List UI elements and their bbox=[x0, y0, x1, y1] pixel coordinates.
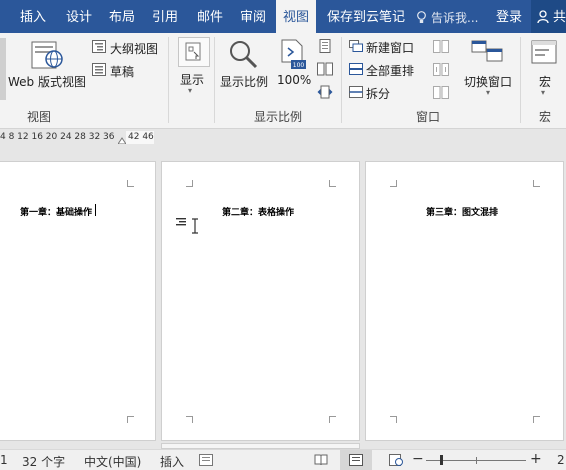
zoom-out-icon[interactable]: − bbox=[412, 451, 424, 467]
draft-view-icon bbox=[92, 63, 106, 76]
macros-group-label: 宏 bbox=[539, 110, 552, 124]
share-label: 共 bbox=[553, 10, 566, 25]
ruler-numbers: 4 8 12 16 20 24 28 32 36 bbox=[0, 132, 115, 142]
tab-references[interactable]: 引用 bbox=[152, 0, 178, 33]
ribbon-tab-bar: 插入 设计 布局 引用 邮件 审阅 视图 保存到云笔记 告诉我... 登录 共 bbox=[0, 0, 566, 33]
person-icon bbox=[537, 10, 549, 24]
show-icon bbox=[185, 42, 201, 61]
tab-review[interactable]: 审阅 bbox=[240, 0, 266, 33]
i-beam-cursor-icon bbox=[192, 218, 198, 234]
crop-mark bbox=[186, 180, 193, 187]
document-canvas[interactable]: 第一章：基础操作 第二章：表格操作 第三章：图文混排 bbox=[0, 147, 566, 449]
draft-view-button[interactable]: 草稿 bbox=[110, 63, 134, 80]
switch-windows-caret-icon[interactable]: ▾ bbox=[486, 88, 490, 97]
crop-mark bbox=[127, 416, 134, 423]
print-layout-icon bbox=[349, 454, 363, 466]
new-window-icon bbox=[349, 40, 363, 52]
page-width-icon[interactable] bbox=[317, 85, 333, 99]
arrange-all-icon bbox=[349, 63, 363, 75]
page-2[interactable]: 第二章：表格操作 bbox=[161, 161, 360, 441]
lightbulb-icon bbox=[417, 11, 426, 23]
group-separator bbox=[168, 37, 169, 123]
views-group-label: 视图 bbox=[27, 110, 52, 124]
outline-view-button[interactable]: 大纲视图 bbox=[110, 40, 158, 57]
zoom-group-label: 显示比例 bbox=[254, 110, 303, 124]
crop-mark bbox=[533, 416, 540, 423]
indent-marker-icon[interactable] bbox=[118, 137, 126, 144]
crop-mark bbox=[390, 416, 397, 423]
page-title: 第三章：图文混排 bbox=[426, 208, 499, 218]
tab-insert[interactable]: 插入 bbox=[20, 0, 46, 33]
show-button[interactable] bbox=[178, 37, 210, 67]
web-layout-icon bbox=[31, 41, 63, 69]
window-group-label: 窗口 bbox=[416, 110, 441, 124]
group-separator bbox=[214, 37, 215, 123]
share-button[interactable]: 共 bbox=[531, 0, 566, 33]
zoom-slider-mid-tick bbox=[476, 457, 477, 464]
group-separator bbox=[520, 37, 521, 123]
split-icon bbox=[349, 86, 363, 98]
page-indicator[interactable]: 1 bbox=[0, 453, 8, 467]
view-side-by-side-icon[interactable] bbox=[433, 40, 449, 53]
crop-mark bbox=[186, 416, 193, 423]
macros-caret-icon[interactable]: ▾ bbox=[541, 88, 545, 97]
magnifier-icon bbox=[230, 41, 258, 69]
tab-design[interactable]: 设计 bbox=[66, 0, 92, 33]
crop-mark bbox=[390, 180, 397, 187]
tell-me-text: 告诉我... bbox=[431, 11, 479, 25]
crop-mark bbox=[127, 180, 134, 187]
zoom-button[interactable]: 显示比例 bbox=[220, 73, 268, 90]
language-indicator[interactable]: 中文(中国) bbox=[84, 453, 141, 470]
zoom-in-icon[interactable]: + bbox=[530, 451, 542, 467]
print-layout-partial[interactable] bbox=[0, 38, 6, 100]
reset-window-position-icon[interactable] bbox=[433, 86, 449, 99]
new-window-button[interactable]: 新建窗口 bbox=[366, 39, 414, 56]
status-bar: 1 32 个字 中文(中国) 插入 − + 2 bbox=[0, 449, 566, 470]
macro-record-icon[interactable] bbox=[199, 454, 213, 466]
one-page-icon[interactable] bbox=[318, 39, 332, 53]
horizontal-ruler[interactable]: 4 8 12 16 20 24 28 32 36 42 46 bbox=[0, 129, 566, 146]
paragraph-align-icon bbox=[176, 218, 186, 226]
word-count[interactable]: 32 个字 bbox=[22, 453, 65, 470]
tell-me-box[interactable]: 告诉我... bbox=[416, 9, 478, 29]
outline-view-icon bbox=[92, 40, 106, 53]
page-title: 第二章：表格操作 bbox=[222, 208, 295, 218]
text-caret bbox=[95, 204, 96, 216]
print-layout-view-button[interactable] bbox=[340, 450, 372, 470]
split-button[interactable]: 拆分 bbox=[366, 85, 390, 102]
web-layout-button[interactable]: Web 版式视图 bbox=[8, 73, 86, 90]
group-separator bbox=[341, 37, 342, 123]
ribbon: Web 版式视图 大纲视图 草稿 视图 显示 ▾ 显示比例 100 100% 显… bbox=[0, 33, 566, 129]
page-3[interactable]: 第三章：图文混排 bbox=[365, 161, 564, 441]
login-button[interactable]: 登录 bbox=[496, 0, 522, 33]
page-title: 第一章：基础操作 bbox=[20, 208, 93, 218]
tab-mailings[interactable]: 邮件 bbox=[197, 0, 223, 33]
zoom-100-icon-text: 100 bbox=[293, 62, 305, 69]
page-1[interactable]: 第一章：基础操作 bbox=[0, 161, 156, 441]
zoom-100-icon: 100 bbox=[281, 39, 306, 69]
zoom-100-button[interactable]: 100% bbox=[277, 73, 311, 87]
tab-layout[interactable]: 布局 bbox=[109, 0, 135, 33]
switch-windows-icon bbox=[471, 40, 503, 62]
read-mode-icon[interactable] bbox=[314, 454, 328, 466]
crop-mark bbox=[329, 180, 336, 187]
zoom-slider-thumb[interactable] bbox=[440, 455, 443, 465]
show-dropdown-caret-icon[interactable]: ▾ bbox=[188, 86, 192, 95]
crop-mark bbox=[533, 180, 540, 187]
arrange-all-button[interactable]: 全部重排 bbox=[366, 62, 414, 79]
multiple-pages-icon[interactable] bbox=[317, 62, 333, 76]
ruler-highlight-numbers: 42 46 bbox=[128, 132, 154, 142]
crop-mark bbox=[329, 416, 336, 423]
zoom-level[interactable]: 2 bbox=[557, 453, 565, 467]
web-layout-status-icon[interactable] bbox=[389, 454, 403, 466]
tab-view[interactable]: 视图 bbox=[276, 0, 316, 33]
tab-save-to-cloud-notes[interactable]: 保存到云笔记 bbox=[327, 0, 405, 33]
macros-icon bbox=[531, 40, 557, 64]
insert-mode-indicator[interactable]: 插入 bbox=[160, 453, 184, 470]
synchronous-scrolling-icon[interactable] bbox=[433, 63, 449, 76]
